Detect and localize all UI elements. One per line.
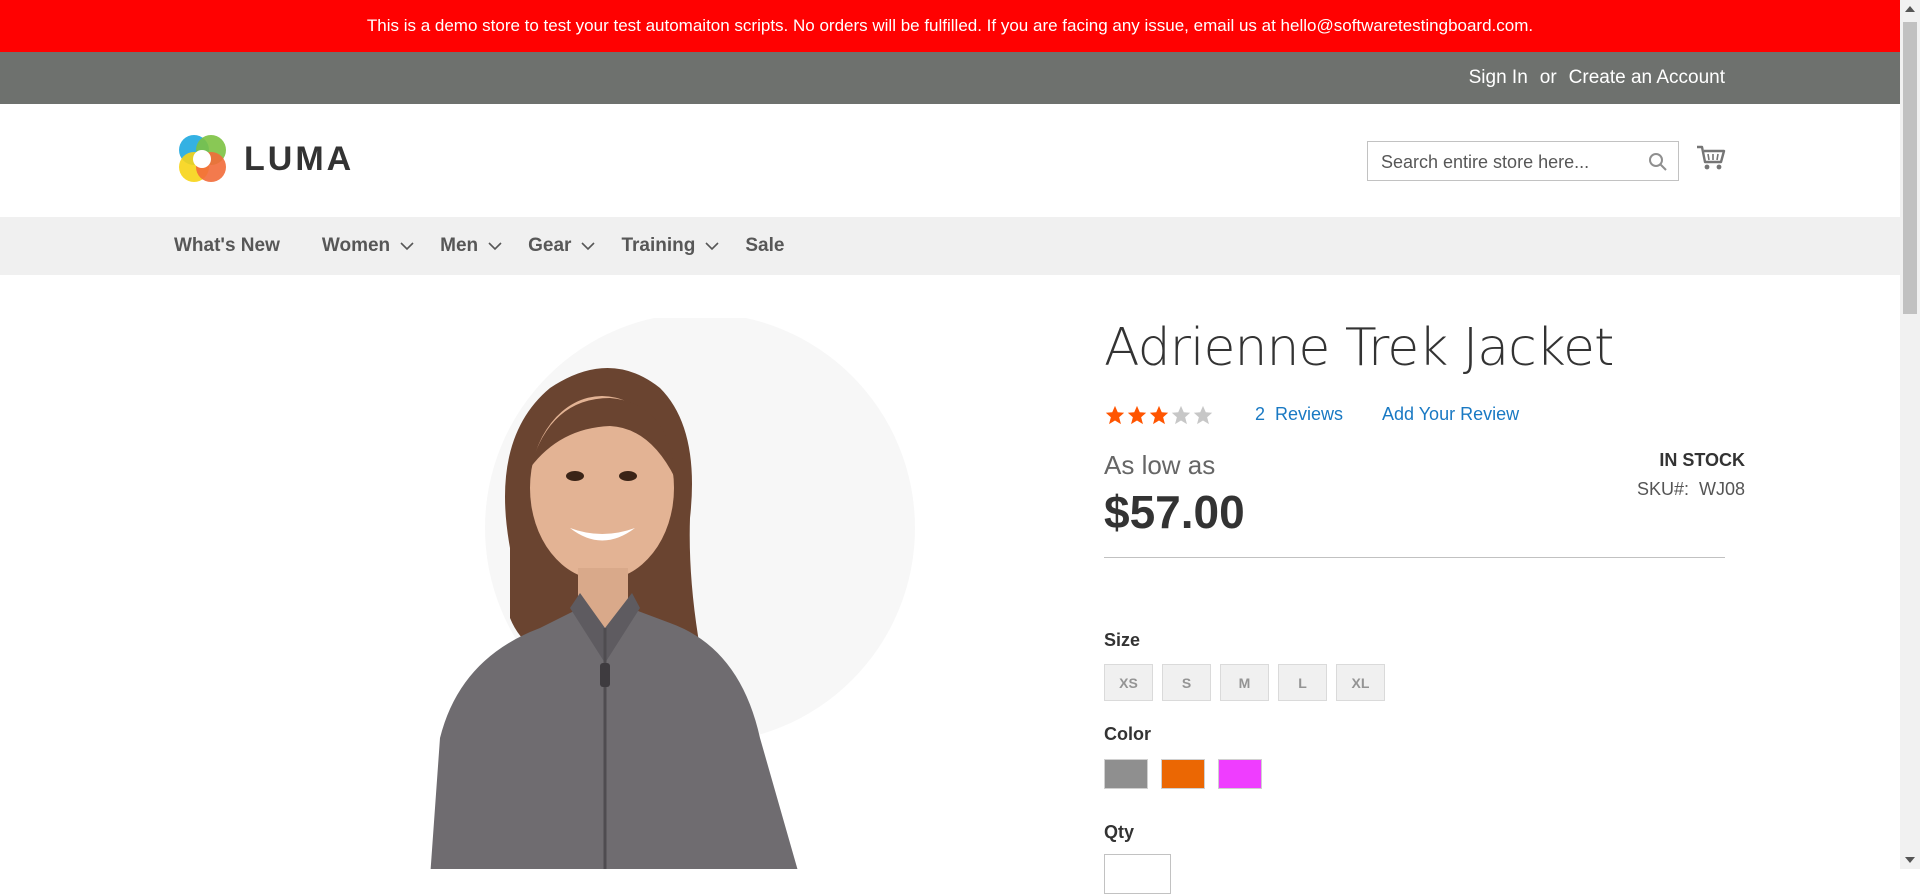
size-option-xl[interactable]: XL [1336, 664, 1385, 701]
or-separator: or [1539, 67, 1557, 88]
logo-text: LUMA [244, 139, 355, 178]
scroll-up-icon[interactable] [1905, 6, 1915, 12]
color-option-purple[interactable] [1218, 759, 1262, 789]
create-account-link[interactable]: Create an Account [1569, 67, 1725, 89]
reviews-label: Reviews [1275, 404, 1344, 424]
sku-value: WJ08 [1698, 479, 1745, 499]
chevron-down-icon [488, 241, 502, 250]
nav-item-label: Sale [745, 235, 785, 256]
nav-item-women[interactable]: Women [322, 235, 414, 257]
logo-link[interactable]: LUMA [174, 131, 354, 187]
size-option-m[interactable]: M [1220, 664, 1269, 701]
reviews-link[interactable]: 2 Reviews [1255, 404, 1343, 425]
nav-item-sale[interactable]: Sale [745, 235, 784, 257]
nav-item-label: Gear [528, 235, 572, 256]
product-title: Adrienne Trek Jacket [1104, 318, 1614, 378]
search-box [1367, 141, 1679, 182]
nav-item-label: Training [621, 235, 696, 256]
nav-item-whats-new[interactable]: What's New [174, 235, 280, 257]
search-input[interactable] [1379, 142, 1643, 182]
account-links: Sign In or Create an Account [1469, 52, 1725, 104]
cart-icon[interactable] [1696, 144, 1726, 177]
size-option-l[interactable]: L [1278, 664, 1327, 701]
nav-item-gear[interactable]: Gear [528, 235, 596, 257]
nav-item-men[interactable]: Men [440, 235, 502, 257]
color-option-orange[interactable] [1161, 759, 1205, 789]
stock-status: In stock [1659, 450, 1745, 470]
size-label: Size [1104, 630, 1141, 650]
demo-notice-text: This is a demo store to test your test a… [366, 16, 1534, 35]
sign-in-link[interactable]: Sign In [1469, 67, 1528, 89]
size-option-s[interactable]: S [1162, 664, 1211, 701]
star-filled-icon [1127, 405, 1147, 425]
search-icon[interactable] [1648, 152, 1668, 177]
nav-item-training[interactable]: Training [621, 235, 719, 257]
sku-label: SKU#: [1636, 479, 1689, 499]
product-photo [430, 318, 915, 869]
add-review-link[interactable]: Add Your Review [1382, 404, 1519, 425]
color-label: Color [1104, 724, 1151, 744]
star-filled-icon [1105, 405, 1125, 425]
size-option-xs[interactable]: XS [1104, 664, 1153, 701]
color-options [1104, 759, 1262, 789]
main-navigation: What's New Women Men Gear Training Sale [0, 217, 1900, 275]
qty-label: Qty [1104, 822, 1135, 842]
rating-stars [1104, 404, 1214, 426]
as-low-as-label: As low as [1104, 450, 1216, 480]
star-filled-icon [1149, 405, 1169, 425]
qty-input[interactable] [1104, 854, 1171, 894]
scroll-down-icon[interactable] [1905, 857, 1915, 863]
star-empty-icon [1171, 405, 1191, 425]
page-scrollbar[interactable] [1900, 0, 1920, 869]
luma-logo-icon [179, 135, 226, 182]
top-bar: Sign In or Create an Account [0, 52, 1900, 104]
scroll-thumb[interactable] [1903, 22, 1917, 314]
product-price: $57.00 [1104, 486, 1245, 538]
nav-item-label: Men [440, 235, 479, 256]
demo-notice-banner: This is a demo store to test your test a… [0, 0, 1900, 52]
product-image[interactable] [370, 318, 950, 869]
chevron-down-icon [705, 241, 719, 250]
sku-info: SKU#: WJ08 [1637, 479, 1745, 500]
info-divider [1104, 557, 1725, 558]
nav-item-label: What's New [174, 235, 280, 256]
size-options: XS S M L XL [1104, 664, 1385, 701]
chevron-down-icon [581, 241, 596, 250]
nav-item-label: Women [321, 235, 391, 256]
star-empty-icon [1193, 405, 1213, 425]
chevron-down-icon [400, 241, 414, 250]
reviews-count: 2 [1255, 404, 1266, 424]
site-header: LUMA [0, 104, 1900, 217]
color-option-gray[interactable] [1104, 759, 1148, 789]
